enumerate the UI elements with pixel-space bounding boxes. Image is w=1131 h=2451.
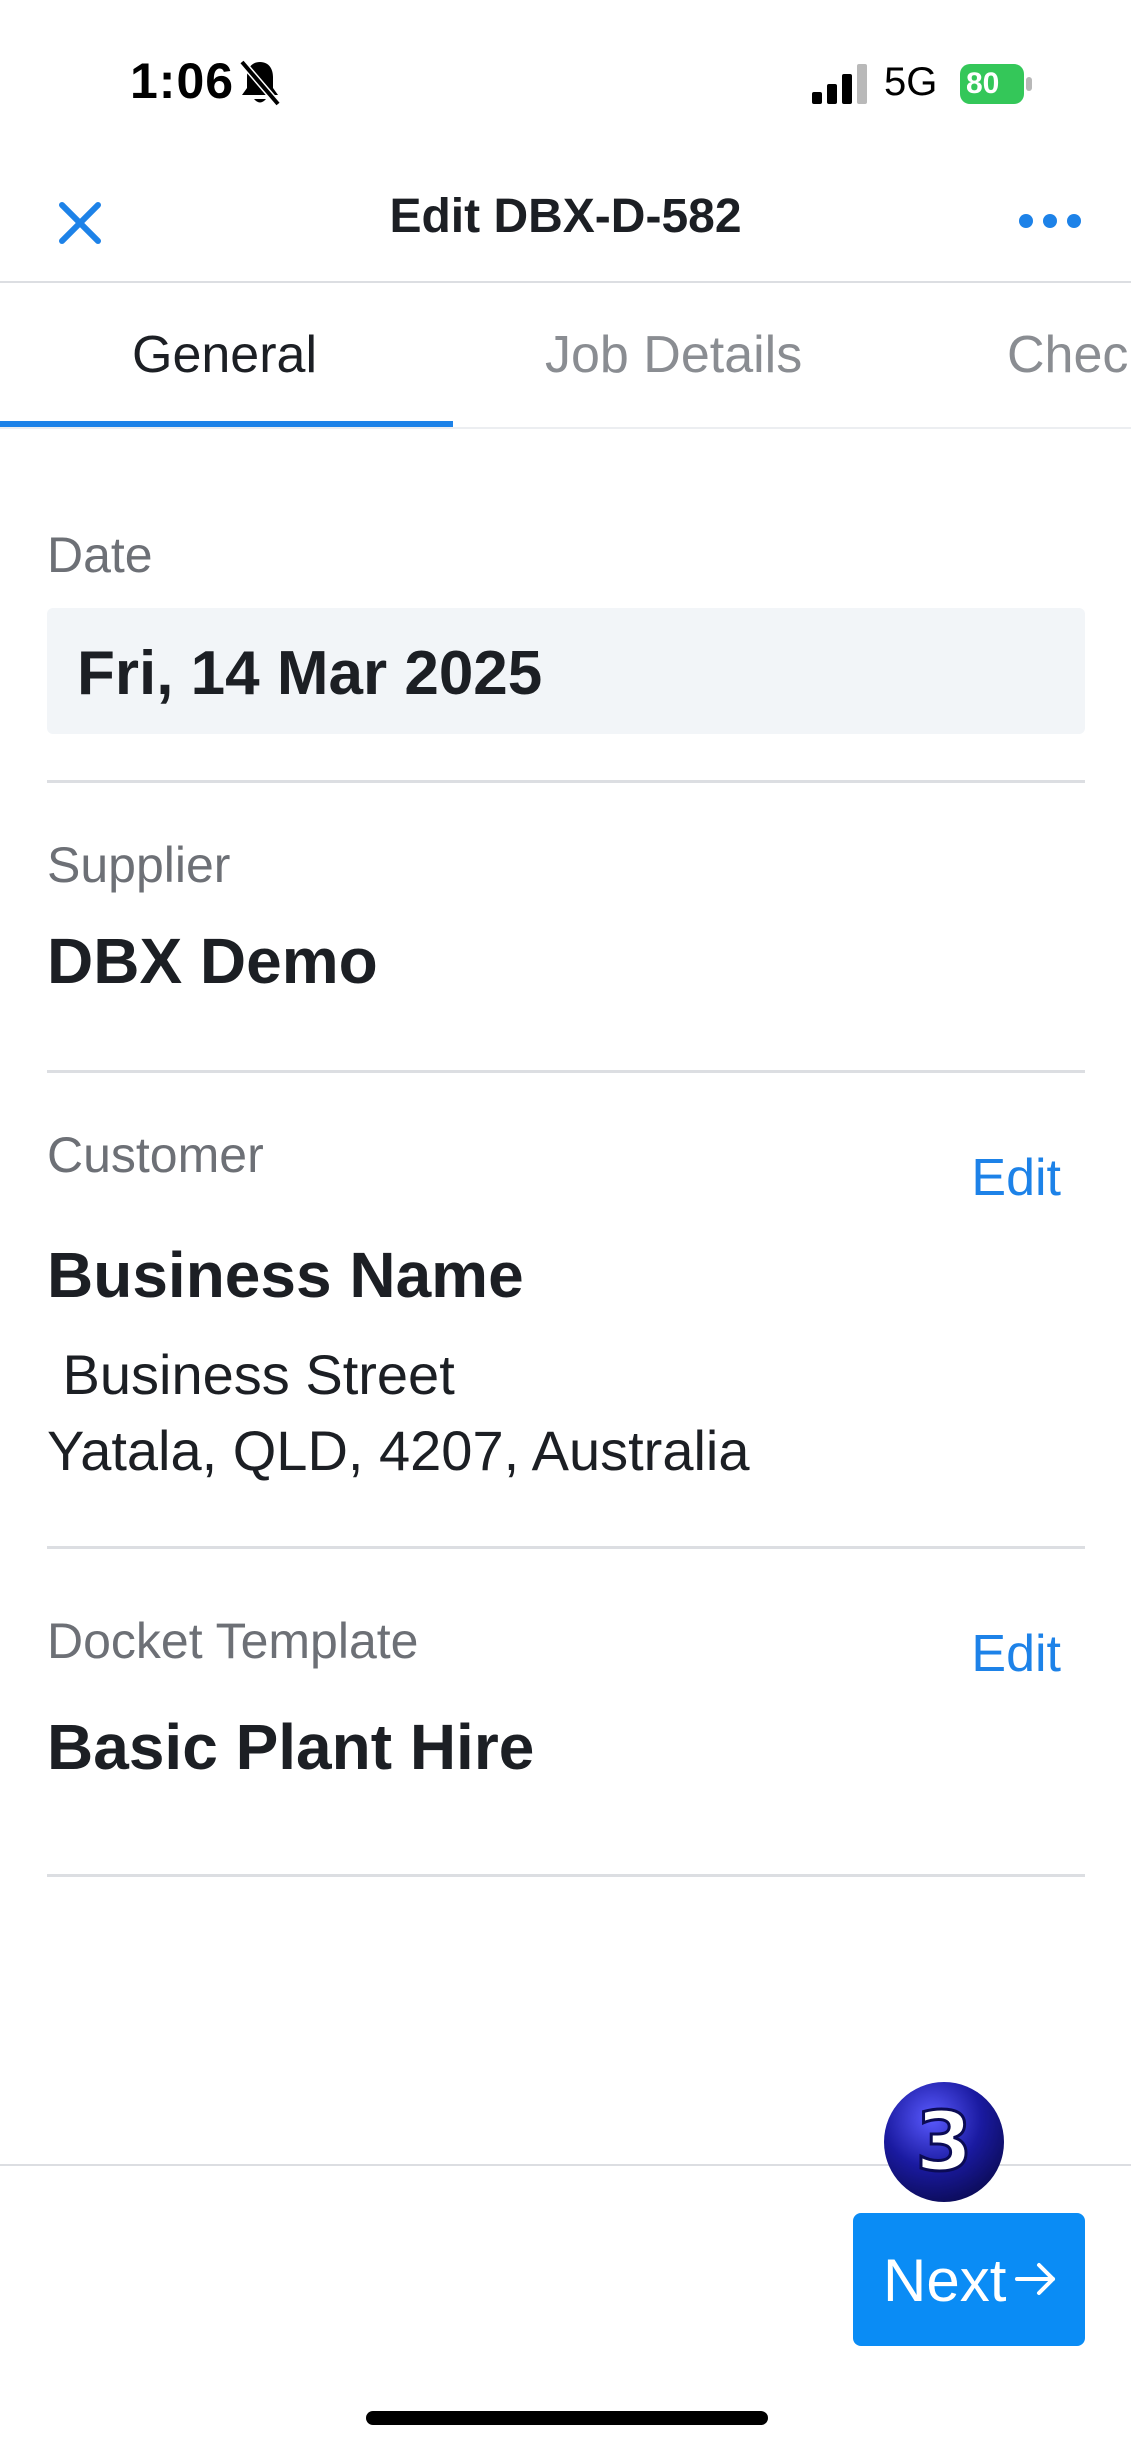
docket-template-edit-link[interactable]: Edit [971, 1624, 1061, 1684]
page-title: Edit DBX-D-582 [389, 190, 742, 243]
arrow-right-icon [1013, 2259, 1059, 2299]
divider [47, 1546, 1085, 1549]
bell-off-icon [238, 58, 282, 108]
step-badge: 3 [882, 2080, 1006, 2204]
docket-template-value: Basic Plant Hire [47, 1711, 535, 1783]
more-horizontal-icon[interactable] [1010, 191, 1090, 251]
next-button-label: Next [883, 2247, 1007, 2314]
nav-header: Edit DBX-D-582 [0, 165, 1131, 283]
date-field[interactable]: Fri, 14 Mar 2025 [47, 608, 1085, 734]
customer-address-line1: Business Street [47, 1343, 455, 1406]
divider [47, 780, 1085, 783]
customer-address-line2: Yatala, QLD, 4207, Australia [47, 1419, 750, 1482]
customer-label: Customer [47, 1127, 264, 1183]
signal-icon [812, 64, 868, 104]
step-badge-number: 3 [915, 2095, 972, 2190]
home-indicator [366, 2411, 768, 2425]
battery-icon: 80 [960, 64, 1034, 104]
docket-template-label: Docket Template [47, 1613, 419, 1669]
customer-edit-link[interactable]: Edit [971, 1148, 1061, 1208]
battery-level: 80 [966, 67, 1000, 100]
tab-job-details[interactable]: Job Details [545, 325, 802, 385]
status-bar: 1:06 5G 80 [0, 0, 1131, 165]
divider [47, 1874, 1085, 1877]
supplier-value: DBX Demo [47, 925, 378, 997]
tab-checklist[interactable]: Chec [1007, 325, 1128, 385]
tab-bar: General Job Details Chec [0, 283, 1131, 429]
network-label: 5G [884, 60, 938, 104]
active-tab-indicator [0, 421, 453, 427]
customer-name: Business Name [47, 1239, 524, 1311]
date-label: Date [47, 527, 153, 583]
next-button[interactable]: Next [853, 2213, 1085, 2346]
tab-general[interactable]: General [132, 325, 317, 385]
date-value: Fri, 14 Mar 2025 [77, 639, 543, 708]
supplier-label: Supplier [47, 837, 231, 893]
status-time: 1:06 [130, 53, 235, 109]
divider [47, 1070, 1085, 1073]
